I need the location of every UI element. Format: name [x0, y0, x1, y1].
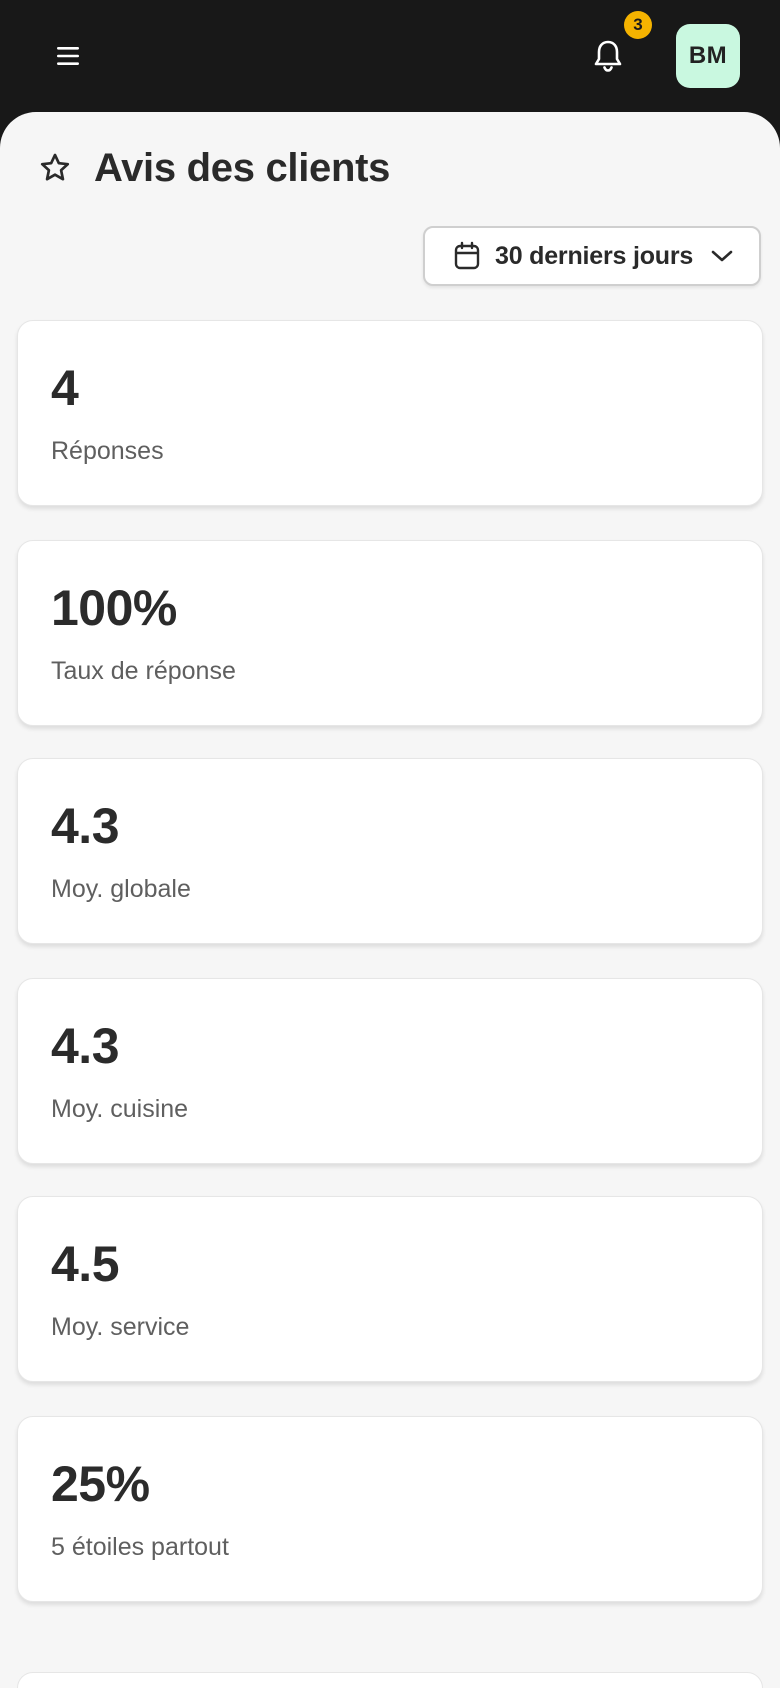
stat-label: Taux de réponse: [51, 657, 236, 685]
star-icon: [40, 153, 70, 181]
stat-label: 5 étoiles partout: [51, 1533, 229, 1561]
bell-icon: [594, 40, 622, 72]
page-title: Avis des clients: [94, 145, 391, 190]
menu-button[interactable]: [48, 36, 88, 76]
stat-card-service-average: 4.5 Moy. service: [17, 1196, 763, 1382]
stat-label: Moy. cuisine: [51, 1095, 189, 1123]
stat-card-response-rate: 100% Taux de réponse: [17, 540, 763, 726]
notifications-button[interactable]: [588, 34, 628, 78]
date-range-label: 30 derniers jours: [495, 241, 694, 270]
stat-value: 100%: [51, 580, 177, 636]
calendar-icon: [454, 241, 480, 270]
page-header: Avis des clients: [38, 140, 390, 196]
main-content: Avis des clients 30 derniers jours 4 Rép…: [0, 112, 780, 1688]
stat-card-kitchen-average: 4.3 Moy. cuisine: [17, 978, 763, 1164]
stat-value: 4.3: [51, 798, 120, 854]
next-card: [17, 1672, 763, 1688]
stat-card-five-stars: 25% 5 étoiles partout: [17, 1416, 763, 1602]
stat-card-overall-average: 4.3 Moy. globale: [17, 758, 763, 944]
stat-value: 4.3: [51, 1018, 120, 1074]
stat-label: Moy. globale: [51, 875, 191, 903]
stat-value: 25%: [51, 1456, 150, 1512]
stat-value: 4: [51, 360, 79, 416]
chevron-down-icon: [711, 250, 733, 262]
date-range-select[interactable]: 30 derniers jours: [423, 226, 761, 286]
stat-label: Moy. service: [51, 1313, 190, 1341]
avatar[interactable]: BM: [676, 24, 740, 88]
hamburger-menu-icon: [57, 47, 79, 65]
notification-badge: 3: [624, 11, 652, 39]
stat-value: 4.5: [51, 1236, 120, 1292]
stat-label: Réponses: [51, 437, 164, 465]
top-bar: 3 BM: [0, 0, 780, 112]
stat-card-responses: 4 Réponses: [17, 320, 763, 506]
